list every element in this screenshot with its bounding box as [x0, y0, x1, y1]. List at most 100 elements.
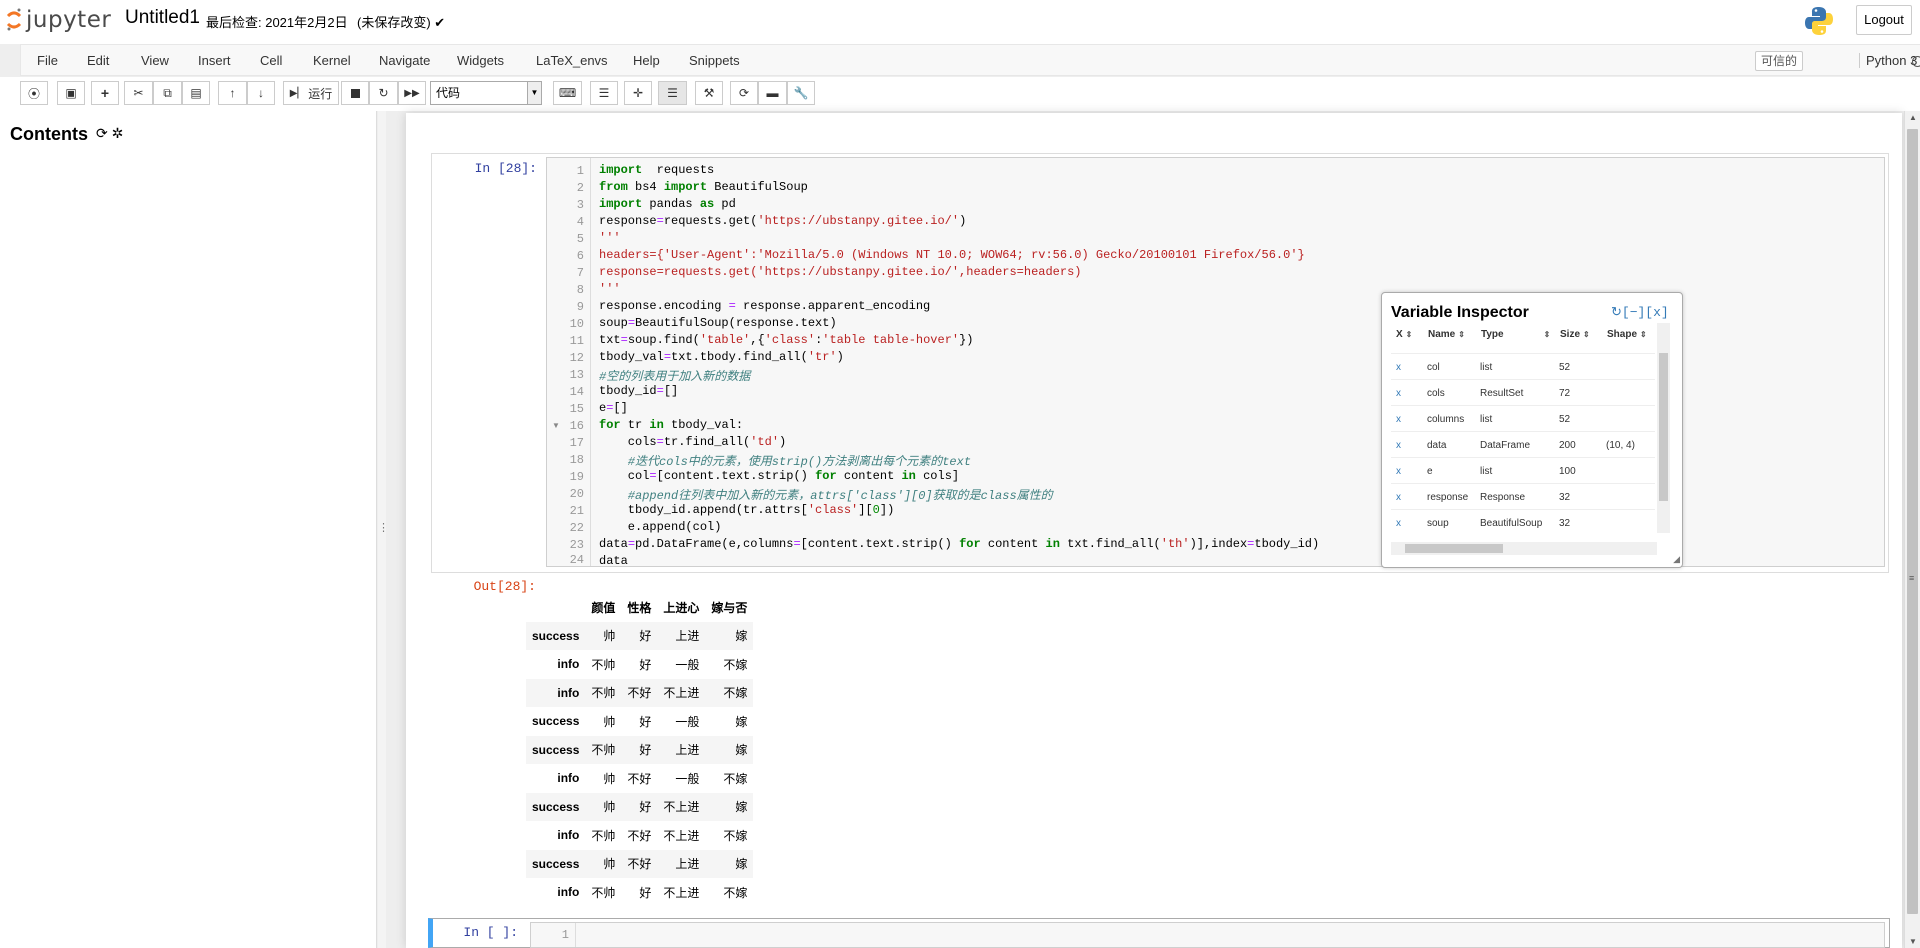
resize-handle-icon[interactable]: ◢: [1673, 554, 1680, 565]
code-editor[interactable]: 1 2 3 4 5 6 7 8 9 10 11 12 13 14 15 ▼ 16: [546, 157, 1885, 568]
paste-button[interactable]: ▤: [182, 81, 210, 105]
move-down-button[interactable]: ↓: [247, 81, 275, 105]
sidebar-splitter[interactable]: ⋮: [378, 111, 389, 948]
sort-icon: ⇕: [1458, 330, 1465, 339]
table-cell: 一般: [675, 714, 700, 729]
stop-icon: [350, 88, 360, 98]
variable-name: col: [1427, 362, 1440, 373]
copy-button[interactable]: ⧉: [153, 81, 182, 105]
book-icon: ▬: [766, 86, 779, 100]
sort-icon: ⇕: [1640, 330, 1647, 339]
delete-variable-icon[interactable]: x: [1396, 440, 1401, 451]
crosshair-button[interactable]: ✛: [624, 81, 652, 105]
variable-row[interactable]: x e list 100: [1391, 457, 1655, 483]
variable-inspector-button[interactable]: ☰: [658, 81, 687, 105]
scrollbar-thumb[interactable]: [1907, 129, 1918, 914]
gavel-button[interactable]: ⚒: [695, 81, 723, 105]
page-scrollbar[interactable]: ▲ ≡ ▼: [1904, 111, 1920, 948]
column-header-name[interactable]: Name ⇕: [1428, 329, 1465, 340]
refresh-icon[interactable]: ⟳: [96, 125, 108, 141]
line-number: 17: [569, 436, 584, 450]
menu-snippets[interactable]: Snippets: [689, 53, 740, 68]
kernel-name: Python 3: [1859, 53, 1917, 68]
row-index: info: [557, 885, 580, 900]
column-header-size[interactable]: Size ⇕: [1560, 329, 1590, 340]
menu-file[interactable]: File: [37, 53, 58, 68]
code-editor[interactable]: 1: [530, 922, 1885, 948]
code-line: ''': [599, 282, 621, 296]
gear-icon[interactable]: ✲: [112, 125, 124, 141]
line-number: 12: [569, 351, 584, 365]
trusted-indicator[interactable]: 可信的: [1755, 51, 1804, 71]
line-number: 1: [576, 164, 584, 178]
menu-latex-envs[interactable]: LaTeX_envs: [536, 53, 608, 68]
cell-type-select[interactable]: 代码 ▼: [430, 81, 542, 105]
table-cell: 嫁: [735, 800, 748, 815]
table-cell: 不帅: [591, 657, 616, 672]
move-up-button[interactable]: ↑: [218, 81, 247, 105]
delete-variable-icon[interactable]: x: [1396, 414, 1401, 425]
table-cell: 帅: [603, 857, 616, 872]
autosave-status: (未保存改变) ✔: [357, 12, 445, 31]
notebook-name[interactable]: Untitled1: [125, 7, 200, 29]
insert-cell-button[interactable]: +: [91, 81, 119, 105]
toc-toggle-button[interactable]: ☰: [590, 81, 618, 105]
variable-inspector-hscrollbar[interactable]: [1391, 542, 1657, 555]
menu-view[interactable]: View: [141, 53, 169, 68]
variable-name: response: [1427, 492, 1469, 503]
save-button[interactable]: ▣: [57, 81, 85, 105]
save-icon: ⦿: [27, 86, 40, 101]
column-header-type[interactable]: Type ⇕: [1481, 329, 1550, 340]
variable-row[interactable]: x col list 52: [1391, 353, 1655, 379]
jupyter-logo[interactable]: jupyter: [6, 6, 111, 34]
row-index: success: [532, 742, 580, 757]
sync-button[interactable]: ⟳: [730, 81, 758, 105]
column-header-x[interactable]: X ⇕: [1396, 329, 1412, 340]
run-button[interactable]: ▶▏ 运行: [283, 81, 339, 105]
variable-row[interactable]: x columns list 52: [1391, 405, 1655, 431]
cut-button[interactable]: ✂: [124, 81, 153, 105]
delete-variable-icon[interactable]: x: [1396, 362, 1401, 373]
variable-row[interactable]: x soup BeautifulSoup 32: [1391, 509, 1655, 535]
line-number: 19: [569, 470, 584, 484]
variable-row[interactable]: x cols ResultSet 72: [1391, 379, 1655, 405]
fold-arrow-icon[interactable]: ▼: [552, 421, 560, 430]
delete-variable-icon[interactable]: x: [1396, 466, 1401, 477]
menu-navigate[interactable]: Navigate: [379, 53, 430, 68]
column-header-shape[interactable]: Shape ⇕: [1607, 329, 1647, 340]
variable-inspector-vscrollbar[interactable]: [1657, 323, 1670, 533]
delete-variable-icon[interactable]: x: [1396, 518, 1401, 529]
table-cell: 不上进: [663, 885, 700, 900]
delete-variable-icon[interactable]: x: [1396, 388, 1401, 399]
interrupt-button[interactable]: [341, 81, 369, 105]
empty-code-cell[interactable]: In [ ]: 1: [428, 918, 1890, 948]
restart-button[interactable]: ↻: [369, 81, 398, 105]
variable-inspector-panel[interactable]: Variable Inspector ↻[−][x] X ⇕ Name ⇕ Type…: [1381, 292, 1683, 568]
row-index: info: [557, 685, 580, 700]
restart-run-all-button[interactable]: ▶▶: [398, 81, 426, 105]
code-line: col=[content.text.strip() for content in…: [599, 469, 960, 483]
save-checkpoint-button[interactable]: ⦿: [20, 81, 48, 105]
variable-row[interactable]: x data DataFrame 200 (10, 4): [1391, 431, 1655, 457]
menu-insert[interactable]: Insert: [198, 53, 231, 68]
variable-row[interactable]: x response Response 32: [1391, 483, 1655, 509]
delete-variable-icon[interactable]: x: [1396, 492, 1401, 503]
variable-inspector-controls[interactable]: ↻[−][x]: [1611, 305, 1669, 320]
code-line: from bs4 import BeautifulSoup: [599, 180, 808, 194]
book-button[interactable]: ▬: [758, 81, 787, 105]
code-line: data: [599, 554, 628, 568]
paste-icon: ▤: [190, 86, 202, 100]
toc-controls: ⟳ ✲: [96, 125, 123, 142]
menu-help[interactable]: Help: [633, 53, 660, 68]
menu-edit[interactable]: Edit: [87, 53, 109, 68]
menu-cell[interactable]: Cell: [260, 53, 282, 68]
scroll-down-icon[interactable]: ▼: [1909, 937, 1917, 946]
scroll-up-icon[interactable]: ▲: [1909, 113, 1917, 122]
wrench-button[interactable]: 🔧: [787, 81, 815, 105]
command-palette-button[interactable]: ⌨: [553, 81, 582, 105]
table-cell: 不好: [627, 828, 652, 843]
menu-kernel[interactable]: Kernel: [313, 53, 351, 68]
menu-widgets[interactable]: Widgets: [457, 53, 504, 68]
table-cell: 嫁: [735, 629, 748, 644]
logout-button[interactable]: Logout: [1856, 5, 1912, 35]
